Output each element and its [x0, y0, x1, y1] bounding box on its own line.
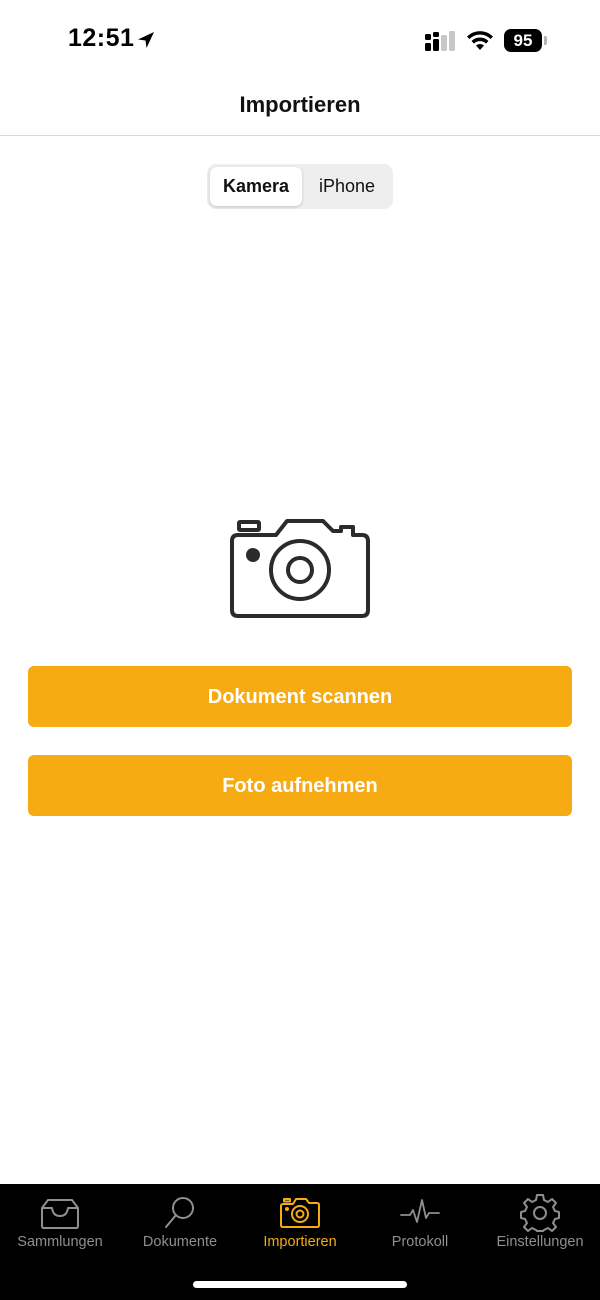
tab-label-protokoll: Protokoll: [391, 1234, 449, 1250]
tab-label-sammlungen: Sammlungen: [17, 1234, 103, 1250]
tab-sammlungen[interactable]: Sammlungen: [0, 1192, 120, 1262]
scan-document-button[interactable]: Dokument scannen: [28, 666, 572, 727]
tab-label-dokumente: Dokumente: [142, 1234, 218, 1250]
tray-icon: [41, 1199, 79, 1229]
source-segmented-control: Kamera iPhone: [207, 164, 393, 209]
status-bar: 12:51 95: [0, 0, 600, 80]
segment-kamera[interactable]: Kamera: [210, 167, 302, 206]
wifi-icon: [467, 31, 493, 50]
activity-icon: [400, 1199, 440, 1223]
tab-einstellungen[interactable]: Einstellungen: [480, 1192, 600, 1262]
battery-indicator: 95: [504, 29, 542, 52]
tab-label-importieren: Importieren: [263, 1234, 337, 1250]
page-title: Importieren: [239, 92, 361, 117]
import-screen: 12:51 95 Importieren Kamera iPhone Dokum…: [0, 0, 600, 1300]
cellular-signal-icon: [425, 31, 455, 51]
tab-importieren[interactable]: Importieren: [240, 1192, 360, 1262]
camera-icon: [280, 1198, 320, 1228]
tab-label-einstellungen: Einstellungen: [496, 1234, 584, 1250]
take-photo-button[interactable]: Foto aufnehmen: [28, 755, 572, 816]
search-icon: [165, 1197, 194, 1228]
battery-tip: [544, 36, 547, 45]
tab-protokoll[interactable]: Protokoll: [360, 1192, 480, 1262]
location-arrow-icon: [138, 32, 154, 48]
segment-iphone[interactable]: iPhone: [304, 167, 390, 206]
gear-icon: [520, 1194, 560, 1232]
navigation-bar: Importieren: [0, 80, 600, 136]
home-indicator: [193, 1281, 407, 1288]
status-time: 12:51: [68, 24, 135, 52]
tab-dokumente[interactable]: Dokumente: [120, 1192, 240, 1262]
camera-icon: [230, 519, 370, 618]
